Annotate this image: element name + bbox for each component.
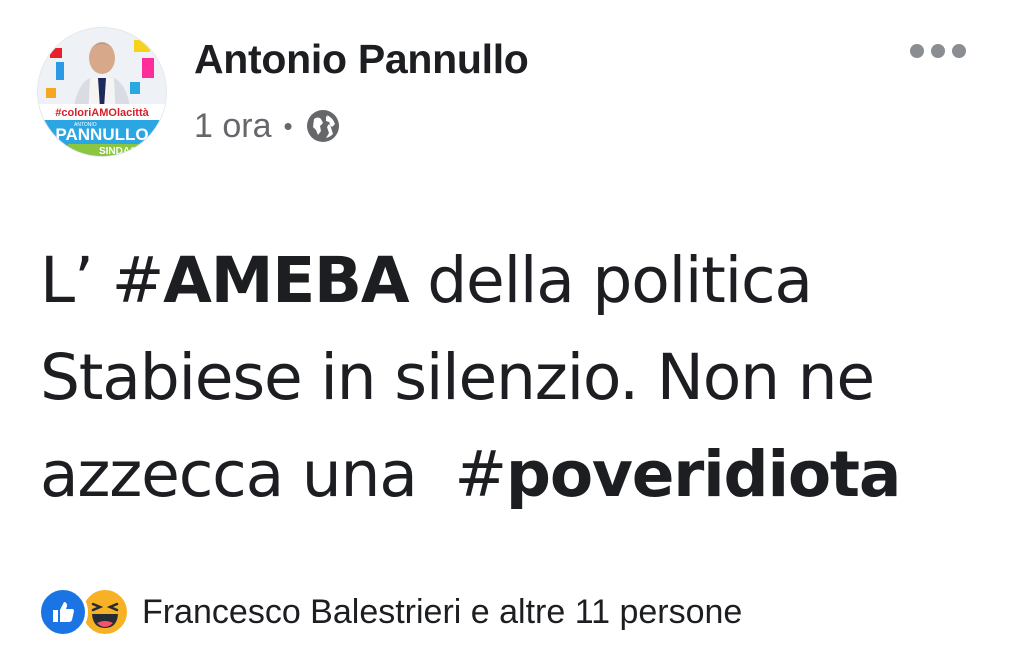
hash-symbol: #: [111, 244, 165, 317]
meta-separator: •: [283, 111, 293, 141]
hashtag-text: AMEBA: [163, 244, 409, 317]
post-text-line-1: L’ #AMEBA della politica: [40, 232, 1000, 329]
post-text-line-3: azzecca una #poveridiota: [40, 426, 1000, 523]
post-text-line-2: Stabiese in silenzio. Non ne: [40, 341, 875, 414]
hash-symbol: #: [454, 438, 507, 511]
facebook-post: #coloriAMOlacittà ANTONIO PANNULLO SINDA…: [0, 0, 1024, 661]
text-suffix: della politica: [408, 244, 813, 317]
reactions-summary[interactable]: Francesco Balestrieri e altre 11 persone: [142, 593, 742, 632]
text-prefix: L’: [40, 244, 112, 317]
hashtag-text: poveridiota: [505, 438, 901, 511]
more-dot: [952, 44, 966, 58]
post-time[interactable]: 1 ora: [194, 107, 272, 146]
avatar-hashtag-text: #coloriAMOlacittà: [55, 107, 149, 119]
author-name[interactable]: Antonio Pannullo: [194, 36, 529, 83]
more-options-icon[interactable]: [910, 36, 966, 66]
post-meta: 1 ora •: [194, 104, 341, 148]
globe-icon[interactable]: [305, 108, 341, 144]
hashtag-poveridiota[interactable]: #poveridiota: [454, 438, 901, 511]
avatar-surname-text: PANNULLO: [55, 125, 148, 144]
like-icon: [38, 587, 88, 637]
hashtag-ameba[interactable]: #AMEBA: [111, 244, 410, 317]
reaction-icons: [38, 587, 130, 637]
avatar-image: #coloriAMOlacittà ANTONIO PANNULLO SINDA…: [38, 28, 166, 156]
more-dot: [931, 44, 945, 58]
reactions-bar[interactable]: Francesco Balestrieri e altre 11 persone: [38, 586, 742, 638]
author-avatar[interactable]: #coloriAMOlacittà ANTONIO PANNULLO SINDA…: [38, 28, 166, 156]
post-text: L’ #AMEBA della politica Stabiese in sil…: [40, 232, 1000, 523]
avatar-role-text: SINDACO: [99, 146, 145, 156]
text-prefix: azzecca una: [40, 438, 455, 511]
more-dot: [910, 44, 924, 58]
